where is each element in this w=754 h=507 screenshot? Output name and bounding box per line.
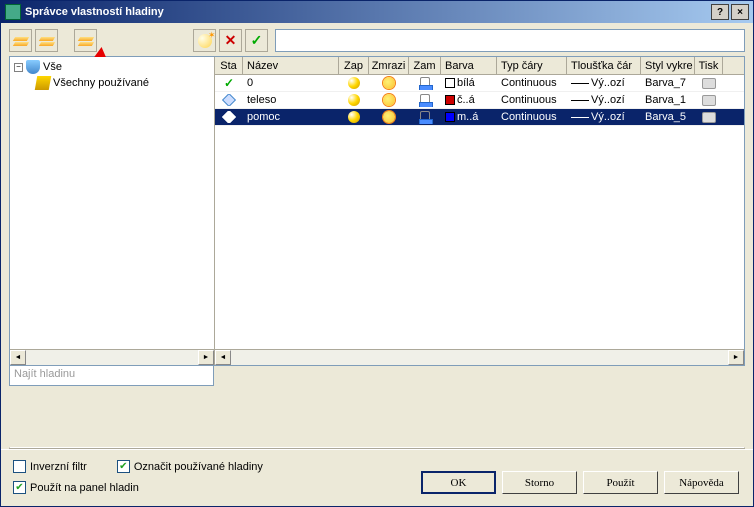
invert-filter-checkbox[interactable]: Inverzní filtr: [13, 460, 87, 473]
filter-icon: [26, 60, 40, 74]
line-sample-icon: [571, 117, 589, 118]
table-body: ✓0bíláContinuous Vý..ozíBarva_7telesoč..…: [215, 75, 744, 349]
plotter-icon[interactable]: [702, 78, 716, 89]
checkbox-icon: ✔: [117, 460, 130, 473]
new-layer-icon: [198, 34, 212, 48]
current-layer-icon: ✓: [224, 76, 234, 90]
plotter-icon[interactable]: [702, 95, 716, 106]
plotstyle-cell[interactable]: Barva_1: [641, 93, 695, 107]
delete-layer-button[interactable]: ✕: [219, 29, 242, 52]
toolbar: ✕ ✓: [1, 23, 753, 56]
x-icon: ✕: [225, 32, 237, 49]
col-lock[interactable]: Zam: [409, 57, 441, 74]
line-sample-icon: [571, 100, 589, 101]
check-icon: ✓: [251, 32, 263, 49]
tree-root-all[interactable]: − Vše: [12, 59, 212, 75]
plotstyle-cell[interactable]: Barva_7: [641, 76, 695, 90]
layer-manager-window: Správce vlastností hladiny ? × ✕ ✓ −: [0, 0, 754, 507]
bulb-icon[interactable]: [348, 77, 360, 89]
scroll-right-icon[interactable]: ►: [728, 350, 744, 365]
color-cell[interactable]: bílá: [441, 76, 497, 90]
new-filter-button[interactable]: [9, 29, 32, 52]
tree-label: Všechny používané: [53, 77, 149, 89]
stack-icon: [14, 35, 28, 47]
set-current-button[interactable]: ✓: [245, 29, 268, 52]
color-swatch: [445, 112, 455, 122]
toolbar-search-input[interactable]: [275, 29, 745, 52]
lock-icon[interactable]: [420, 77, 430, 89]
scroll-left-icon[interactable]: ◄: [215, 350, 231, 365]
layer-table: Sta Název Zap Zmrazi Zam Barva Typ čáry …: [215, 57, 744, 365]
col-on[interactable]: Zap: [339, 57, 369, 74]
table-row[interactable]: pomoc m..áContinuous Vý..ozíBarva_5: [215, 109, 744, 126]
lineweight-cell[interactable]: Vý..ozí: [567, 93, 641, 107]
checkbox-icon: [13, 460, 26, 473]
scroll-left-icon[interactable]: ◄: [10, 350, 26, 365]
col-name[interactable]: Název: [243, 57, 339, 74]
col-plotstyle[interactable]: Styl vykre: [641, 57, 695, 74]
lineweight-cell[interactable]: Vý..ozí: [567, 76, 641, 90]
color-swatch: [445, 95, 455, 105]
ok-button[interactable]: OK: [421, 471, 496, 494]
tree-node-used[interactable]: Všechny používané: [34, 75, 212, 91]
layer-name-cell[interactable]: 0: [243, 76, 339, 90]
lock-icon[interactable]: [420, 94, 430, 106]
cancel-button[interactable]: Storno: [502, 471, 577, 494]
bottom-panel: Inverzní filtr ✔ Označit používané hladi…: [1, 449, 753, 506]
table-scrollbar[interactable]: ◄ ►: [215, 349, 744, 365]
layer-status-icon: [222, 94, 236, 106]
lock-icon[interactable]: [420, 111, 430, 123]
close-button[interactable]: ×: [731, 4, 749, 20]
plotter-icon[interactable]: [702, 112, 716, 123]
sun-icon[interactable]: [383, 77, 395, 89]
new-layer-button[interactable]: [193, 29, 216, 52]
color-cell[interactable]: m..á: [441, 110, 497, 124]
col-freeze[interactable]: Zmrazi: [369, 57, 409, 74]
table-row[interactable]: teleso č..áContinuous Vý..ozíBarva_1: [215, 92, 744, 109]
collapse-icon[interactable]: −: [14, 63, 23, 72]
linetype-cell[interactable]: Continuous: [497, 110, 567, 124]
plotstyle-cell[interactable]: Barva_5: [641, 110, 695, 124]
layer-states-button[interactable]: [74, 29, 97, 52]
filter-name-input[interactable]: Najít hladinu: [9, 366, 214, 386]
stack-icon: [79, 35, 93, 47]
table-row[interactable]: ✓ 0 bíláContinuous Vý..ozíBarva_7: [215, 75, 744, 92]
stack-icon: [40, 35, 54, 47]
line-sample-icon: [571, 83, 589, 84]
bulb-icon[interactable]: [348, 94, 360, 106]
apply-button[interactable]: Použít: [583, 471, 658, 494]
sun-icon[interactable]: [383, 111, 395, 123]
layer-icon: [35, 76, 51, 90]
lineweight-cell[interactable]: Vý..ozí: [567, 110, 641, 124]
linetype-cell[interactable]: Continuous: [497, 76, 567, 90]
checkbox-icon: ✔: [13, 481, 26, 494]
titlebar: Správce vlastností hladiny ? ×: [1, 1, 753, 23]
tree-label: Vše: [43, 61, 62, 73]
scroll-right-icon[interactable]: ►: [198, 350, 214, 365]
mark-used-checkbox[interactable]: ✔ Označit používané hladiny: [117, 460, 263, 473]
col-plot[interactable]: Tisk: [695, 57, 723, 74]
col-linetype[interactable]: Typ čáry: [497, 57, 567, 74]
layer-name-cell[interactable]: teleso: [243, 93, 339, 107]
tree-scrollbar[interactable]: ◄ ►: [10, 349, 214, 365]
color-cell[interactable]: č..á: [441, 93, 497, 107]
app-icon: [5, 4, 21, 20]
new-group-filter-button[interactable]: [35, 29, 58, 52]
col-color[interactable]: Barva: [441, 57, 497, 74]
help-button[interactable]: Nápověda: [664, 471, 739, 494]
sun-icon[interactable]: [383, 94, 395, 106]
window-title: Správce vlastností hladiny: [25, 6, 711, 18]
col-status[interactable]: Sta: [215, 57, 243, 74]
layer-status-icon: [222, 111, 236, 123]
linetype-cell[interactable]: Continuous: [497, 93, 567, 107]
layer-name-cell[interactable]: pomoc: [243, 110, 339, 124]
col-lineweight[interactable]: Tloušťka čár: [567, 57, 641, 74]
help-button[interactable]: ?: [711, 4, 729, 20]
color-swatch: [445, 78, 455, 88]
filter-tree-panel: − Vše Všechny používané ◄ ►: [10, 57, 215, 365]
bulb-icon[interactable]: [348, 111, 360, 123]
table-header: Sta Název Zap Zmrazi Zam Barva Typ čáry …: [215, 57, 744, 75]
